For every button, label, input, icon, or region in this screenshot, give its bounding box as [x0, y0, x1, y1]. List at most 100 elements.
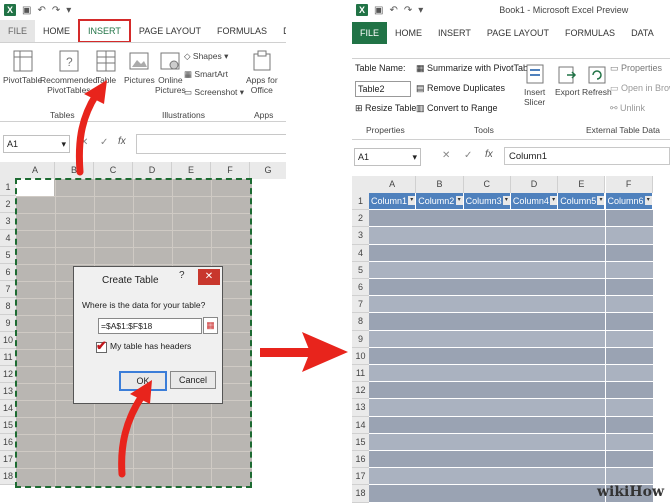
row-header-12[interactable]: 12: [352, 382, 369, 400]
table-cell[interactable]: [558, 261, 607, 279]
filter-dropdown-icon[interactable]: ▾: [550, 196, 558, 205]
row-header-9[interactable]: 9: [352, 330, 369, 348]
select-all-corner[interactable]: [352, 176, 370, 193]
filter-dropdown-icon[interactable]: ▾: [502, 196, 510, 205]
table-cell[interactable]: [558, 382, 607, 400]
table-name-input[interactable]: Table2: [355, 81, 411, 97]
row-header-16[interactable]: 16: [352, 451, 369, 469]
table-cell[interactable]: [558, 279, 607, 297]
table-cell[interactable]: [605, 451, 654, 469]
table-cell[interactable]: [369, 279, 418, 297]
unlink-button[interactable]: ⚯ Unlink: [610, 103, 645, 114]
filter-dropdown-icon[interactable]: ▾: [455, 196, 463, 205]
enter-icon[interactable]: ✓: [464, 150, 472, 161]
table-cell[interactable]: [605, 468, 654, 486]
row-header-6[interactable]: 6: [352, 279, 369, 297]
table-cell[interactable]: [463, 365, 512, 383]
table-cell[interactable]: [463, 261, 512, 279]
table-cell[interactable]: [463, 485, 512, 503]
convert-to-range-button[interactable]: ▥ Convert to Range: [416, 103, 498, 114]
screenshot-button[interactable]: ▭ Screenshot ▾: [184, 87, 244, 97]
table-cell[interactable]: [369, 296, 418, 314]
row-header-1[interactable]: 1: [0, 179, 16, 196]
row-header-15[interactable]: 15: [352, 433, 369, 451]
table-cell[interactable]: [510, 244, 560, 262]
table-cell[interactable]: [369, 433, 418, 451]
refresh-button[interactable]: Refresh: [582, 63, 612, 97]
row-header-3[interactable]: 3: [352, 227, 369, 245]
collapse-range-icon[interactable]: ▦: [203, 317, 218, 334]
row-header-9[interactable]: 9: [0, 315, 16, 332]
table-cell[interactable]: [605, 210, 654, 228]
undo-icon[interactable]: ↶: [37, 5, 45, 16]
row-header-4[interactable]: 4: [0, 230, 16, 247]
table-cell[interactable]: [463, 382, 512, 400]
table-cell[interactable]: [605, 365, 654, 383]
table-cell[interactable]: [605, 279, 654, 297]
table-cell[interactable]: [463, 313, 512, 331]
table-cell[interactable]: [605, 313, 654, 331]
table-cell[interactable]: [558, 365, 607, 383]
tab-review[interactable]: REVIEW: [662, 22, 670, 44]
table-cell[interactable]: [463, 451, 512, 469]
table-cell[interactable]: [416, 468, 465, 486]
table-cell[interactable]: [416, 382, 465, 400]
tab-insert[interactable]: INSERT: [78, 19, 131, 43]
table-cell[interactable]: [369, 399, 418, 417]
table-cell[interactable]: [416, 313, 465, 331]
export-button[interactable]: Export: [555, 63, 580, 97]
table-cell[interactable]: [463, 210, 512, 228]
row-header-5[interactable]: 5: [0, 247, 16, 264]
table-cell[interactable]: [605, 416, 654, 434]
table-cell[interactable]: [369, 347, 418, 365]
tab-page-layout[interactable]: PAGE LAYOUT: [131, 20, 209, 42]
range-input[interactable]: =$A$1:$F$18: [98, 318, 202, 334]
table-cell[interactable]: [369, 227, 418, 245]
headers-checkbox[interactable]: ✔: [96, 338, 107, 353]
tab-formulas[interactable]: FORMULAS: [209, 20, 275, 42]
row-header-1[interactable]: 1: [352, 193, 369, 211]
tab-data[interactable]: DATA: [623, 22, 662, 44]
table-cell[interactable]: [510, 279, 560, 297]
table-cell[interactable]: [510, 227, 560, 245]
table-cell[interactable]: [510, 330, 560, 348]
table-cell[interactable]: [558, 330, 607, 348]
select-all-corner[interactable]: [0, 162, 17, 179]
table-cell[interactable]: [416, 399, 465, 417]
column-header-d[interactable]: D: [133, 162, 172, 179]
table-cell[interactable]: [369, 244, 418, 262]
tab-data[interactable]: DATA: [275, 20, 286, 42]
formula-bar[interactable]: Column1: [504, 147, 670, 165]
customize-icon[interactable]: ▾: [418, 5, 423, 16]
table-cell[interactable]: [416, 347, 465, 365]
redo-icon[interactable]: ↷: [404, 5, 412, 16]
table-cell[interactable]: [558, 227, 607, 245]
row-header-10[interactable]: 10: [352, 347, 369, 365]
help-button[interactable]: ?: [179, 270, 185, 281]
table-cell[interactable]: [463, 433, 512, 451]
row-header-17[interactable]: 17: [0, 451, 16, 468]
table-cell[interactable]: [558, 347, 607, 365]
cancel-icon[interactable]: ✕: [442, 150, 450, 161]
table-cell[interactable]: [558, 399, 607, 417]
table-cell[interactable]: [416, 296, 465, 314]
open-in-browser-button[interactable]: ▭ Open in Browser: [610, 83, 670, 94]
table-cell[interactable]: [463, 244, 512, 262]
table-cell[interactable]: [605, 382, 654, 400]
column-header-f[interactable]: F: [605, 176, 653, 193]
save-icon[interactable]: ▣: [374, 5, 383, 16]
row-header-2[interactable]: 2: [0, 196, 16, 213]
pivottable-button[interactable]: PivotTable: [3, 49, 42, 85]
table-cell[interactable]: [558, 433, 607, 451]
table-cell[interactable]: [369, 382, 418, 400]
table-cell[interactable]: [510, 485, 560, 503]
table-cell[interactable]: [605, 227, 654, 245]
table-cell[interactable]: [558, 244, 607, 262]
tab-home[interactable]: HOME: [35, 20, 78, 42]
row-header-3[interactable]: 3: [0, 213, 16, 230]
table-cell[interactable]: [416, 485, 465, 503]
row-header-14[interactable]: 14: [0, 400, 16, 417]
fx-icon[interactable]: fx: [485, 149, 493, 160]
table-cell[interactable]: [605, 296, 654, 314]
table-cell[interactable]: [369, 451, 418, 469]
